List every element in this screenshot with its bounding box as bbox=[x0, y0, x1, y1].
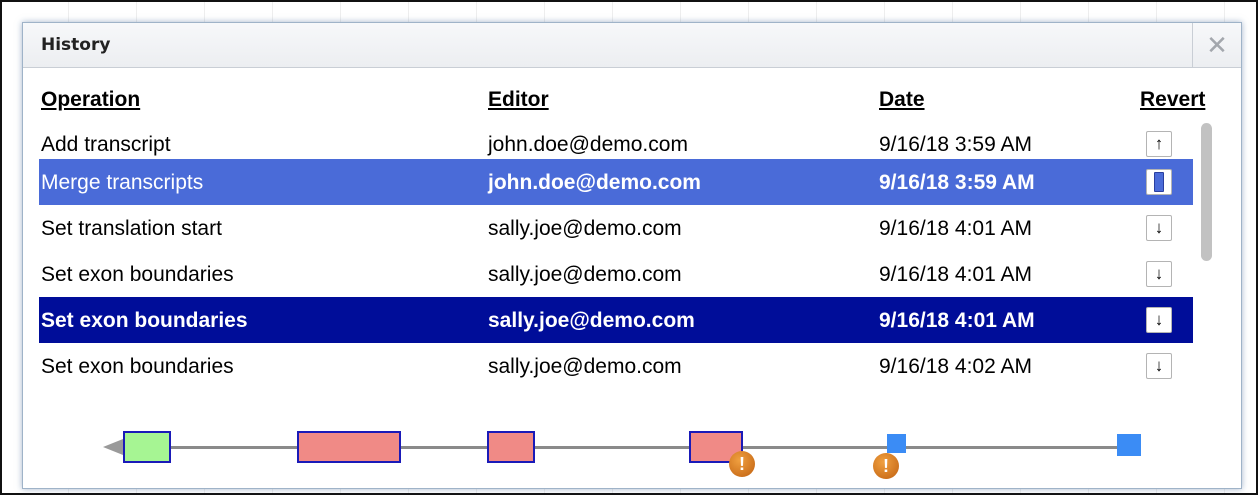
arrow-down-icon: ↓ bbox=[1154, 356, 1164, 375]
table-row-current[interactable]: Merge transcripts john.doe@demo.com 9/16… bbox=[39, 159, 1193, 205]
operation-cell: Merge transcripts bbox=[41, 171, 204, 194]
arrow-down-icon: ↓ bbox=[1154, 218, 1164, 237]
table-row-selected[interactable]: Set exon boundaries sally.joe@demo.com 9… bbox=[39, 297, 1193, 343]
arrow-up-icon: ↑ bbox=[1154, 134, 1164, 153]
table-row[interactable]: Set exon boundaries sally.joe@demo.com 9… bbox=[39, 343, 1193, 389]
editor-cell: sally.joe@demo.com bbox=[488, 217, 682, 240]
warning-icon[interactable]: ! bbox=[873, 453, 899, 479]
date-cell: 9/16/18 3:59 AM bbox=[879, 171, 1035, 194]
table-row[interactable]: Set exon boundaries sally.joe@demo.com 9… bbox=[39, 251, 1193, 297]
revert-button[interactable]: ↑ bbox=[1146, 131, 1172, 157]
warning-icon[interactable]: ! bbox=[729, 451, 755, 477]
arrow-down-icon: ↓ bbox=[1154, 264, 1164, 283]
operation-cell: Set exon boundaries bbox=[41, 309, 248, 332]
history-dialog: History ✕ Operation Editor Date Revert A… bbox=[22, 22, 1242, 489]
revert-button[interactable]: ↓ bbox=[1146, 307, 1172, 333]
scrollbar[interactable] bbox=[1199, 121, 1215, 397]
editor-cell: john.doe@demo.com bbox=[488, 133, 688, 156]
strand-arrow-icon bbox=[103, 439, 123, 455]
revert-button[interactable]: ↓ bbox=[1146, 353, 1172, 379]
cds-exon[interactable] bbox=[487, 431, 535, 463]
editor-cell: sally.joe@demo.com bbox=[488, 309, 695, 332]
revert-button[interactable]: ↓ bbox=[1146, 215, 1172, 241]
revert-button[interactable] bbox=[1146, 169, 1172, 195]
column-header-editor[interactable]: Editor bbox=[488, 88, 549, 112]
operation-cell: Set translation start bbox=[41, 217, 222, 240]
date-cell: 9/16/18 4:01 AM bbox=[879, 263, 1032, 286]
close-button[interactable]: ✕ bbox=[1192, 23, 1241, 67]
table-row[interactable]: Set translation start sally.joe@demo.com… bbox=[39, 205, 1193, 251]
dialog-titlebar[interactable]: History ✕ bbox=[23, 23, 1241, 68]
arrow-down-icon: ↓ bbox=[1154, 310, 1164, 329]
small-exon[interactable] bbox=[887, 434, 906, 453]
operation-cell: Set exon boundaries bbox=[41, 263, 234, 286]
column-header-operation[interactable]: Operation bbox=[41, 88, 140, 112]
editor-cell: sally.joe@demo.com bbox=[488, 263, 682, 286]
small-exon[interactable] bbox=[1117, 434, 1141, 456]
date-cell: 9/16/18 3:59 AM bbox=[879, 133, 1032, 156]
dialog-title: History bbox=[41, 35, 111, 55]
revert-button[interactable]: ↓ bbox=[1146, 261, 1172, 287]
date-cell: 9/16/18 4:01 AM bbox=[879, 309, 1035, 332]
close-icon: ✕ bbox=[1206, 29, 1228, 60]
warning-glyph: ! bbox=[883, 455, 889, 476]
operation-cell: Add transcript bbox=[41, 133, 171, 156]
scrollbar-thumb[interactable] bbox=[1201, 123, 1212, 261]
history-table: Add transcript john.doe@demo.com 9/16/18… bbox=[39, 121, 1193, 397]
utr-exon[interactable] bbox=[123, 431, 171, 463]
editor-cell: john.doe@demo.com bbox=[488, 171, 701, 194]
cds-exon[interactable] bbox=[297, 431, 401, 463]
date-cell: 9/16/18 4:01 AM bbox=[879, 217, 1032, 240]
editor-cell: sally.joe@demo.com bbox=[488, 355, 682, 378]
column-header-date[interactable]: Date bbox=[879, 88, 925, 112]
warning-glyph: ! bbox=[739, 453, 745, 474]
operation-cell: Set exon boundaries bbox=[41, 355, 234, 378]
column-header-revert[interactable]: Revert bbox=[1140, 88, 1205, 112]
date-cell: 9/16/18 4:02 AM bbox=[879, 355, 1032, 378]
current-marker-icon bbox=[1154, 172, 1164, 192]
